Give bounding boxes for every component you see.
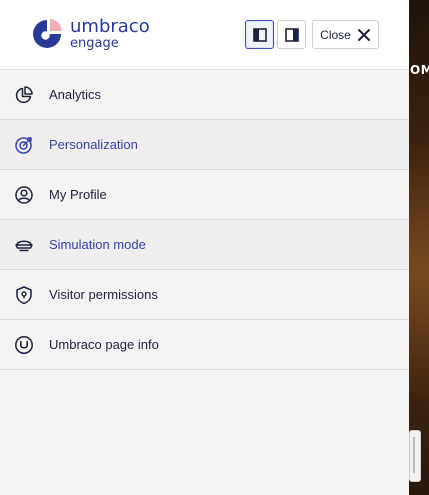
background-heading-fragment: OM: [410, 63, 429, 77]
menu-item-label: Personalization: [49, 137, 138, 152]
close-label: Close: [320, 27, 351, 42]
menu-item-umbraco-page-info[interactable]: Umbraco page info: [0, 320, 409, 370]
brand-name: umbraco: [70, 16, 150, 37]
engage-menu: Analytics Personalization My Profile Sim…: [0, 70, 409, 370]
brand-product: engage: [70, 36, 119, 51]
umbraco-engage-logo: umbraco engage: [30, 17, 150, 51]
target-icon: [14, 135, 34, 155]
scroll-handle[interactable]: [409, 430, 421, 482]
menu-item-label: Visitor permissions: [49, 287, 158, 302]
user-circle-icon: [14, 185, 34, 205]
menu-item-simulation-mode[interactable]: Simulation mode: [0, 220, 409, 270]
umbraco-u-icon: [14, 335, 34, 355]
dock-left-icon: [252, 27, 267, 42]
menu-item-label: Simulation mode: [49, 237, 146, 252]
menu-item-analytics[interactable]: Analytics: [0, 70, 409, 120]
menu-item-label: Analytics: [49, 87, 102, 102]
close-icon: [357, 28, 370, 41]
dock-left-button[interactable]: [245, 20, 274, 49]
dock-right-button[interactable]: [277, 20, 306, 49]
close-button[interactable]: Close: [312, 20, 379, 49]
shield-lock-icon: [14, 285, 34, 305]
visor-cap-icon: [14, 235, 34, 255]
engage-logo-icon: [33, 19, 62, 48]
menu-item-personalization[interactable]: Personalization: [0, 120, 409, 170]
menu-item-my-profile[interactable]: My Profile: [0, 170, 409, 220]
panel-header: umbraco engage Close: [0, 0, 409, 70]
engage-panel: umbraco engage Close Analytics Personali…: [0, 0, 409, 495]
menu-item-label: Umbraco page info: [49, 337, 159, 352]
dock-right-icon: [284, 27, 299, 42]
menu-item-label: My Profile: [49, 187, 107, 202]
pie-chart-icon: [14, 85, 34, 105]
menu-item-visitor-permissions[interactable]: Visitor permissions: [0, 270, 409, 320]
